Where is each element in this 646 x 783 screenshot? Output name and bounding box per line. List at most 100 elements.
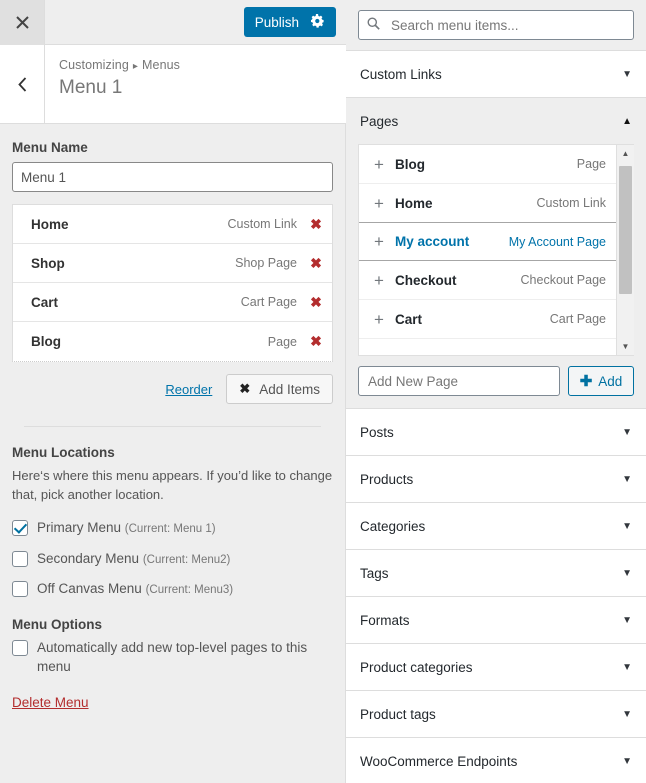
header-text-block: Customizing ▸ Menus Menu 1 (45, 45, 346, 123)
scrollbar-thumb[interactable] (619, 166, 632, 294)
chevron-down-icon[interactable]: ▼ (622, 615, 632, 626)
pages-scrollbar[interactable]: ▲ ▼ (617, 144, 634, 356)
delete-menu-item-icon[interactable]: ✖ (309, 333, 323, 350)
accordion-section: Posts ▼ (346, 409, 646, 456)
back-button[interactable] (0, 45, 45, 123)
accordion-header-product-tags[interactable]: Product tags ▼ (346, 691, 646, 737)
available-page-row-partial[interactable] (359, 339, 616, 355)
add-page-button-label: Add (598, 373, 623, 389)
menu-list-actions: Reorder ✖ Add Items (12, 374, 333, 404)
menu-item-type: Cart Page (240, 295, 297, 309)
accordion-header-formats[interactable]: Formats ▼ (346, 597, 646, 643)
add-page-plus-icon[interactable]: + (369, 311, 389, 328)
menu-options-title: Menu Options (12, 617, 102, 633)
menu-location-label: Secondary Menu (Current: Menu2) (37, 550, 230, 569)
available-page-row[interactable]: + Blog Page (359, 145, 616, 184)
available-page-type: Checkout Page (520, 273, 606, 287)
delete-menu-item-icon[interactable]: ✖ (309, 216, 323, 233)
menu-items-list: Home Custom Link ✖ Shop Shop Page ✖ Cart Cart P… (12, 204, 333, 362)
available-page-title: Blog (395, 156, 425, 172)
close-customizer-button[interactable] (0, 0, 45, 45)
available-page-title: My account (395, 234, 470, 249)
chevron-down-icon[interactable]: ▼ (622, 521, 632, 532)
accordion-header-woocommerce-endpoints[interactable]: WooCommerce Endpoints ▼ (346, 738, 646, 783)
accordion-section: Custom Links ▼ (346, 51, 646, 98)
available-page-type: My Account Page (508, 234, 606, 249)
search-icon (367, 17, 380, 33)
menu-item-row[interactable]: Shop Shop Page ✖ (13, 244, 332, 283)
available-page-row[interactable]: + Cart Cart Page (359, 300, 616, 339)
menu-editor-content: Menu Name Home Custom Link ✖ Shop Shop Page ✖… (0, 124, 345, 710)
chevron-down-icon[interactable]: ▼ (622, 662, 632, 673)
auto-add-pages-checkbox[interactable] (12, 640, 28, 657)
publish-button-label: Publish (254, 14, 299, 30)
add-items-button[interactable]: ✖ Add Items (226, 374, 333, 404)
available-page-row[interactable]: + Checkout Checkout Page (359, 261, 616, 300)
menu-item-type: Custom Link (227, 217, 297, 231)
chevron-up-icon[interactable]: ▲ (622, 116, 632, 127)
add-page-plus-icon[interactable]: + (369, 233, 389, 250)
accordion-section: Product tags ▼ (346, 691, 646, 738)
menu-item-row[interactable]: Blog Page ✖ (13, 322, 332, 361)
new-page-name-input[interactable] (358, 366, 560, 396)
available-page-title: Cart (395, 311, 423, 327)
menu-item-row[interactable]: Cart Cart Page ✖ (13, 283, 332, 322)
accordion-label: WooCommerce Endpoints (360, 753, 518, 769)
available-page-row[interactable]: + My account My Account Page (359, 222, 616, 261)
add-page-button[interactable]: ✚ Add (568, 366, 634, 396)
menu-location-current: (Current: Menu3) (145, 584, 234, 597)
menu-location-checkbox[interactable] (12, 550, 28, 567)
accordion-header-products[interactable]: Products ▼ (346, 456, 646, 502)
chevron-down-icon[interactable]: ▼ (622, 709, 632, 720)
customizer-app: Publish Customizing ▸ Menus Menu 1 Menu … (0, 0, 646, 783)
add-page-plus-icon[interactable]: + (369, 156, 389, 173)
scroll-down-icon[interactable]: ▼ (617, 338, 634, 355)
search-box[interactable] (358, 10, 634, 40)
accordion-header-product-categories[interactable]: Product categories ▼ (346, 644, 646, 690)
menu-item-title: Shop (31, 255, 65, 271)
available-page-type: Custom Link (536, 196, 606, 210)
available-page-row[interactable]: + Home Custom Link (359, 184, 616, 223)
gear-icon[interactable] (311, 14, 325, 30)
menu-location-row[interactable]: Primary Menu (Current: Menu 1) (12, 519, 333, 538)
accordion-header-tags[interactable]: Tags ▼ (346, 550, 646, 596)
chevron-down-icon[interactable]: ▼ (622, 69, 632, 80)
menu-item-type: Shop Page (235, 256, 297, 270)
chevron-down-icon[interactable]: ▼ (622, 474, 632, 485)
accordion-header-custom-links[interactable]: Custom Links ▼ (346, 51, 646, 97)
chevron-down-icon[interactable]: ▼ (622, 427, 632, 438)
search-input[interactable] (389, 11, 633, 39)
menu-name-input[interactable] (12, 162, 333, 192)
menu-item-row[interactable]: Home Custom Link ✖ (13, 205, 332, 244)
menu-location-row[interactable]: Secondary Menu (Current: Menu2) (12, 550, 333, 569)
menu-location-row[interactable]: Off Canvas Menu (Current: Menu3) (12, 580, 333, 599)
menu-location-label: Off Canvas Menu (Current: Menu3) (37, 580, 233, 599)
auto-add-pages-row[interactable]: Automatically add new top-level pages to… (12, 639, 333, 677)
breadcrumb: Customizing ▸ Menus (59, 58, 346, 72)
available-items-accordion: Custom Links ▼ Pages ▲ + Blog Page + Home Custom … (346, 51, 646, 783)
delete-menu-item-icon[interactable]: ✖ (309, 255, 323, 272)
menu-locations-description: Here‘s where this menu appears. If you’d… (12, 468, 333, 502)
publish-button[interactable]: Publish (243, 7, 336, 37)
reorder-link[interactable]: Reorder (165, 382, 212, 397)
delete-menu-link[interactable]: Delete Menu (12, 695, 89, 710)
menu-location-checkbox[interactable] (12, 519, 28, 536)
search-area (346, 0, 646, 51)
add-page-plus-icon[interactable]: + (369, 195, 389, 212)
available-page-type: Cart Page (549, 312, 606, 326)
menu-item-title: Blog (31, 334, 61, 349)
add-page-plus-icon[interactable]: + (369, 272, 389, 289)
accordion-header-posts[interactable]: Posts ▼ (346, 409, 646, 455)
scroll-up-icon[interactable]: ▲ (617, 145, 634, 162)
breadcrumb-root: Customizing (59, 58, 129, 72)
close-x-icon: ✖ (239, 381, 251, 396)
menu-location-checkbox[interactable] (12, 581, 28, 598)
customizer-sidebar: Publish Customizing ▸ Menus Menu 1 Menu … (0, 0, 346, 783)
menu-locations-title: Menu Locations (12, 445, 115, 460)
accordion-label: Product tags (360, 706, 436, 722)
accordion-header-categories[interactable]: Categories ▼ (346, 503, 646, 549)
accordion-header-pages[interactable]: Pages ▲ (346, 98, 646, 144)
chevron-down-icon[interactable]: ▼ (622, 756, 632, 767)
chevron-down-icon[interactable]: ▼ (622, 568, 632, 579)
delete-menu-item-icon[interactable]: ✖ (309, 294, 323, 311)
